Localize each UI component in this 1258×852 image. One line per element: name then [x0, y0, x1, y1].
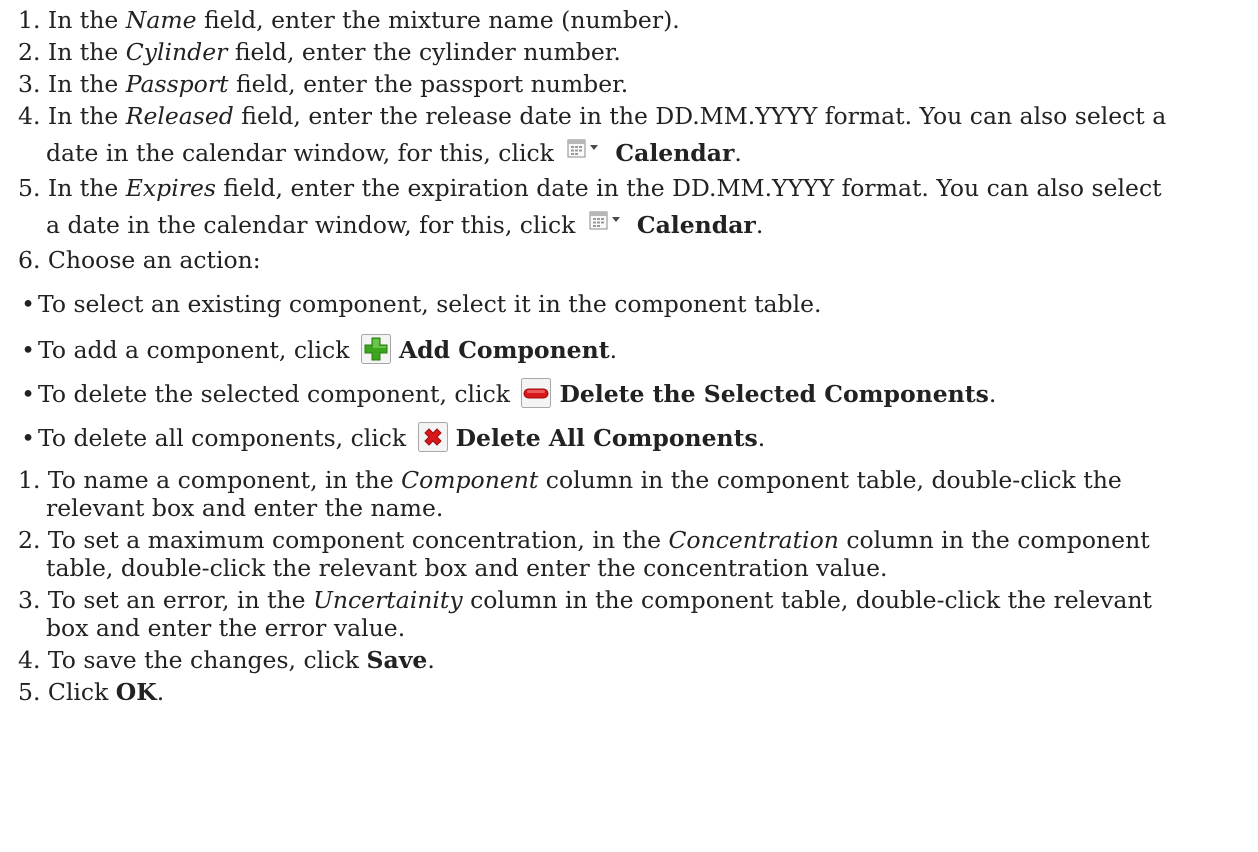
step-passport: 3. In the Passport field, enter the pass…: [18, 70, 629, 98]
add-component-icon[interactable]: [360, 334, 391, 370]
step-set-concentration: 2. To set a maximum component concentrat…: [18, 526, 1150, 554]
step-set-error-continuation: box and enter the error value.: [46, 614, 406, 642]
step-name-component-continuation: relevant box and enter the name.: [46, 494, 444, 522]
step-ok: 5. Click OK.: [18, 678, 165, 706]
step-set-concentration-continuation: table, double-click the relevant box and…: [46, 554, 888, 582]
bullet-delete-selected: • To delete the selected component, click…: [18, 378, 1240, 414]
step-released-continuation: date in the calendar window, for this, c…: [46, 138, 742, 167]
delete-selected-icon[interactable]: [521, 378, 552, 414]
step-save: 4. To save the changes, click Save.: [18, 646, 435, 674]
bullet-select-component: • To select an existing component, select…: [21, 290, 822, 318]
step-released: 4. In the Released field, enter the rele…: [18, 102, 1167, 130]
bullet-delete-all: • To delete all components, click Delete …: [18, 422, 1240, 458]
bullet-add-component: • To add a component, click Add Component…: [18, 334, 1240, 370]
calendar-dropdown-icon[interactable]: [589, 210, 623, 238]
step-cylinder: 2. In the Cylinder field, enter the cyli…: [18, 38, 621, 66]
delete-all-icon[interactable]: [417, 422, 448, 458]
step-expires-continuation: a date in the calendar window, for this,…: [46, 210, 764, 239]
step-set-error: 3. To set an error, in the Uncertainity …: [18, 586, 1152, 614]
calendar-dropdown-icon[interactable]: [567, 138, 601, 166]
instructions-document: 1. In the Name field, enter the mixture …: [0, 0, 1258, 852]
step-choose-action: 6. Choose an action:: [18, 246, 261, 274]
step-name-component: 1. To name a component, in the Component…: [18, 466, 1122, 494]
step-expires: 5. In the Expires field, enter the expir…: [18, 174, 1162, 202]
step-name: 1. In the Name field, enter the mixture …: [18, 6, 680, 34]
